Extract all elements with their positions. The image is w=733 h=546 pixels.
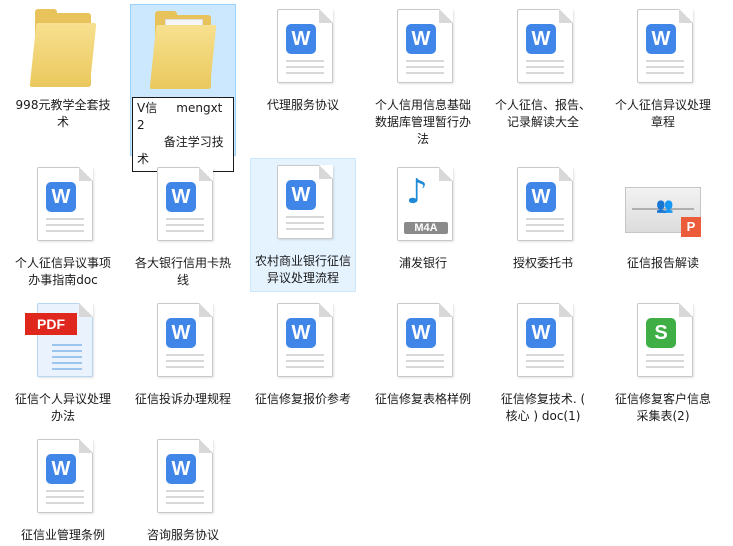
file-label: 农村商业银行征信异议处理流程 — [255, 254, 352, 285]
word-document-icon: W — [503, 7, 583, 95]
word-document-icon: W — [23, 165, 103, 253]
file-item-word[interactable]: W 各大银行信用卡热线 — [130, 160, 236, 293]
file-item-pdf[interactable]: PDF 征信个人异议处理办法 — [10, 296, 116, 429]
word-document-icon: W — [383, 7, 463, 95]
word-document-icon: W — [263, 301, 343, 389]
folder-icon — [23, 7, 103, 95]
file-item-presentation[interactable]: 👥 P 征信报告解读 — [610, 160, 716, 276]
file-item-word[interactable]: W 征信投诉办理规程 — [130, 296, 236, 412]
file-label: 个人征信、报告、记录解读大全 — [495, 98, 592, 129]
file-label: 征信修复报价参考 — [255, 392, 352, 406]
file-item-word-hovered[interactable]: W 农村商业银行征信异议处理流程 — [250, 158, 356, 292]
file-label: 998元教学全套技术 — [15, 98, 111, 129]
word-document-icon: W — [263, 163, 343, 251]
word-document-icon: W — [623, 7, 703, 95]
file-label: 个人征信异议处理章程 — [615, 98, 712, 129]
m4a-audio-icon: ♪ M4A — [383, 165, 463, 253]
file-label: 征信报告解读 — [626, 256, 699, 270]
file-item-word[interactable]: W 授权委托书 — [490, 160, 596, 276]
file-label: 浦发银行 — [398, 256, 447, 270]
spreadsheet-document-icon: S — [623, 301, 703, 389]
word-document-icon: W — [23, 437, 103, 525]
word-document-icon: W — [503, 301, 583, 389]
file-label: 各大银行信用卡热线 — [135, 256, 232, 287]
file-label: 授权委托书 — [512, 256, 573, 270]
file-item-audio[interactable]: ♪ M4A 浦发银行 — [370, 160, 476, 276]
file-label: 代理服务协议 — [266, 98, 339, 112]
file-label: 征信个人异议处理办法 — [15, 392, 112, 423]
file-label: 征信业管理条例 — [20, 528, 105, 542]
file-label: 征信修复技术. ( 核心 ) doc(1) — [500, 392, 586, 423]
file-label: 咨询服务协议 — [146, 528, 219, 542]
file-item-word[interactable]: W 个人征信、报告、记录解读大全 — [490, 2, 596, 135]
file-item-word[interactable]: W 个人征信异议处理章程 — [610, 2, 716, 135]
file-label: 征信投诉办理规程 — [135, 392, 232, 406]
word-document-icon: W — [263, 7, 343, 95]
file-label: 征信修复客户信息采集表(2) — [615, 392, 712, 423]
file-item-word[interactable]: W 代理服务协议 — [250, 2, 356, 118]
word-document-icon: W — [503, 165, 583, 253]
file-label: 个人征信异议事项办事指南doc — [15, 256, 112, 287]
word-document-icon: W — [143, 437, 223, 525]
file-item-spreadsheet[interactable]: S 征信修复客户信息采集表(2) — [610, 296, 716, 429]
word-document-icon: W — [143, 165, 223, 253]
file-item-word[interactable]: W 个人信用信息基础数据库管理暂行办法 — [370, 2, 476, 152]
file-item-word[interactable]: W 征信修复技术. ( 核心 ) doc(1) — [490, 296, 596, 429]
file-label: 个人信用信息基础数据库管理暂行办法 — [375, 98, 472, 146]
file-label: 征信修复表格样例 — [375, 392, 472, 406]
folder-icon — [143, 9, 223, 97]
file-item-word[interactable]: W 个人征信异议事项办事指南doc — [10, 160, 116, 293]
file-item-folder[interactable]: 998元教学全套技术 — [10, 2, 116, 135]
pdf-document-icon: PDF — [23, 301, 103, 389]
word-document-icon: W — [143, 301, 223, 389]
file-item-word[interactable]: W 征信修复表格样例 — [370, 296, 476, 412]
presentation-thumbnail-icon: 👥 P — [623, 165, 703, 253]
file-item-word[interactable]: W 征信修复报价参考 — [250, 296, 356, 412]
file-item-word[interactable]: W 咨询服务协议 — [130, 432, 236, 546]
file-item-word[interactable]: W 征信业管理条例 — [10, 432, 116, 546]
word-document-icon: W — [383, 301, 463, 389]
file-item-folder-selected[interactable]: V信 mengxt2 备注学习技术 — [130, 4, 236, 172]
